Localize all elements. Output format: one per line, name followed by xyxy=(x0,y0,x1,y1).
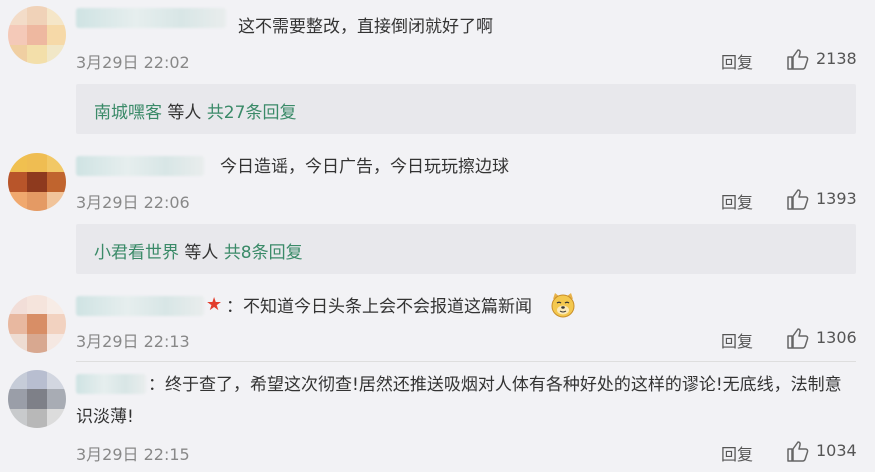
thumbs-up-icon[interactable] xyxy=(786,327,810,349)
reply-button[interactable]: 回复 xyxy=(721,189,753,213)
reply-button[interactable]: 回复 xyxy=(721,441,753,465)
like-count: 2138 xyxy=(816,49,857,68)
reply-thread-user[interactable]: 南城嘿客 xyxy=(94,103,162,123)
username-blurred[interactable] xyxy=(76,296,204,316)
reply-thread-count[interactable]: 共27条回复 xyxy=(207,103,297,123)
comment-time: 3月29日 22:06 xyxy=(76,193,190,212)
like-count: 1034 xyxy=(816,441,857,460)
like-count: 1393 xyxy=(816,189,857,208)
thumbs-up-icon[interactable] xyxy=(786,440,810,462)
reply-thread-user[interactable]: 小君看世界 xyxy=(94,243,179,263)
reply-thread-box[interactable]: 南城嘿客 等人 共27条回复 xyxy=(76,84,856,134)
comment-text: 这不需要整改，直接倒闭就好了啊 xyxy=(238,17,493,37)
like-count: 1306 xyxy=(816,328,857,347)
reply-thread-count[interactable]: 共8条回复 xyxy=(224,243,303,263)
avatar[interactable] xyxy=(8,153,66,211)
red-star-icon: ★ xyxy=(206,294,223,315)
avatar[interactable] xyxy=(8,6,66,64)
comment-time: 3月29日 22:13 xyxy=(76,332,190,351)
comment-time: 3月29日 22:02 xyxy=(76,53,190,72)
reply-thread-mid: 等人 xyxy=(167,103,202,123)
comment-text: 今日造谣，今日广告，今日玩玩擦边球 xyxy=(220,157,509,177)
avatar[interactable] xyxy=(8,295,66,353)
reply-button[interactable]: 回复 xyxy=(721,328,753,352)
reply-thread-mid: 等人 xyxy=(184,243,219,263)
username-blurred[interactable] xyxy=(76,8,226,28)
divider xyxy=(76,361,856,362)
reply-button[interactable]: 回复 xyxy=(721,49,753,73)
comment-text: ：不知道今日头条上会不会报道这篇新闻 xyxy=(226,297,532,317)
username-blurred[interactable] xyxy=(76,156,204,176)
thumbs-up-icon[interactable] xyxy=(786,188,810,210)
avatar[interactable] xyxy=(8,370,66,428)
reply-thread-box[interactable]: 小君看世界 等人 共8条回复 xyxy=(76,224,856,274)
doge-emoji-icon xyxy=(551,293,575,318)
comment-text: ：终于查了，希望这次彻查!居然还推送吸烟对人体有各种好处的这样的谬论!无底线，法… xyxy=(76,375,842,427)
comment-time: 3月29日 22:15 xyxy=(76,445,190,464)
thumbs-up-icon[interactable] xyxy=(786,48,810,70)
